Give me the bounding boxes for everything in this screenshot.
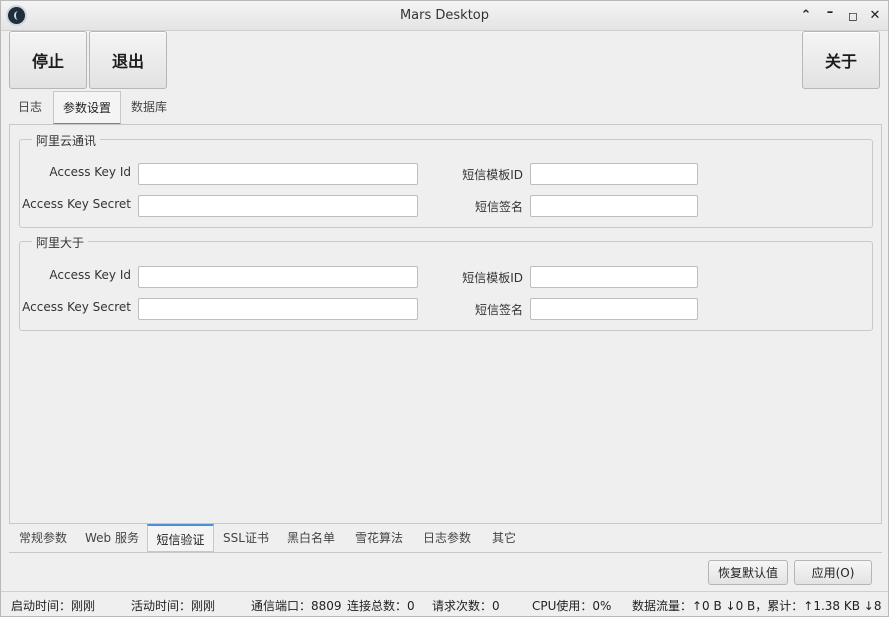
params-panel: 阿里云通讯 Access Key Id Access Key Secret 短信… — [9, 124, 882, 524]
access-key-id-input[interactable] — [138, 266, 418, 288]
tab-other[interactable]: 其它 — [483, 524, 525, 552]
alidayu-group: 阿里大于 Access Key Id Access Key Secret 短信模… — [19, 234, 873, 331]
tab-log[interactable]: 日志 — [9, 91, 51, 125]
sms-sign-input[interactable] — [530, 195, 698, 217]
status-active-time: 活动时间：刚刚 — [131, 599, 216, 613]
access-key-id-input[interactable] — [138, 163, 418, 185]
maximize-icon[interactable]: ◻ — [844, 7, 862, 25]
access-key-secret-label: Access Key Secret — [22, 300, 131, 314]
sms-sign-label: 短信签名 — [474, 303, 523, 317]
access-key-secret-input[interactable] — [138, 298, 418, 320]
status-traffic: 数据流量：↑0 B ↓0 B，累计：↑1.38 KB ↓826 B — [632, 599, 882, 613]
aliyun-group-title: 阿里云通讯 — [32, 132, 101, 149]
status-start-time: 启动时间：刚刚 — [11, 599, 96, 613]
aliyun-group: 阿里云通讯 Access Key Id Access Key Secret 短信… — [19, 132, 873, 228]
status-bar: 启动时间：刚刚 活动时间：刚刚 通信端口：8809 连接总数：0 请求次数：0 … — [1, 591, 888, 616]
tab-general-params[interactable]: 常规参数 — [11, 524, 75, 552]
tab-ssl-cert[interactable]: SSL证书 — [216, 524, 276, 552]
sms-template-id-input[interactable] — [530, 163, 698, 185]
tab-snowflake[interactable]: 雪花算法 — [346, 524, 412, 552]
status-connections: 连接总数：0 — [347, 599, 415, 613]
tab-database[interactable]: 数据库 — [123, 91, 175, 125]
chevron-up-icon[interactable]: ⌃ — [797, 7, 815, 25]
status-port: 通信端口：8809 — [251, 599, 342, 613]
minimize-icon[interactable]: – — [821, 4, 839, 22]
sms-template-id-label: 短信模板ID — [462, 271, 523, 285]
status-cpu: CPU使用：0% — [532, 599, 612, 613]
title-bar: Mars Desktop ⌃ – ◻ ✕ — [1, 1, 888, 31]
exit-button[interactable]: 退出 — [89, 31, 167, 89]
stop-button[interactable]: 停止 — [9, 31, 87, 89]
sms-template-id-label: 短信模板ID — [462, 168, 523, 182]
settings-tab-bar: 常规参数 Web 服务 短信验证 SSL证书 黑白名单 雪花算法 日志参数 其它 — [9, 524, 882, 553]
app-window: Mars Desktop ⌃ – ◻ ✕ 停止 退出 关于 日志 参数设置 数据… — [0, 0, 889, 617]
access-key-secret-input[interactable] — [138, 195, 418, 217]
sms-template-id-input[interactable] — [530, 266, 698, 288]
tab-blacklist[interactable]: 黑白名单 — [279, 524, 343, 552]
window-title: Mars Desktop — [399, 8, 490, 23]
status-requests: 请求次数：0 — [432, 599, 500, 613]
sms-sign-label: 短信签名 — [474, 200, 523, 214]
apply-button[interactable]: 应用(O) — [794, 560, 872, 585]
alidayu-group-title: 阿里大于 — [32, 234, 89, 251]
tab-web-service[interactable]: Web 服务 — [79, 524, 145, 552]
close-icon[interactable]: ✕ — [866, 7, 884, 25]
tab-sms-verify[interactable]: 短信验证 — [147, 524, 214, 552]
sms-sign-input[interactable] — [530, 298, 698, 320]
access-key-secret-label: Access Key Secret — [22, 197, 131, 211]
tab-log-params[interactable]: 日志参数 — [414, 524, 480, 552]
tab-params[interactable]: 参数设置 — [53, 91, 121, 125]
access-key-id-label: Access Key Id — [49, 165, 131, 179]
access-key-id-label: Access Key Id — [49, 268, 131, 282]
restore-defaults-button[interactable]: 恢复默认值 — [708, 560, 788, 585]
about-button[interactable]: 关于 — [802, 31, 880, 89]
